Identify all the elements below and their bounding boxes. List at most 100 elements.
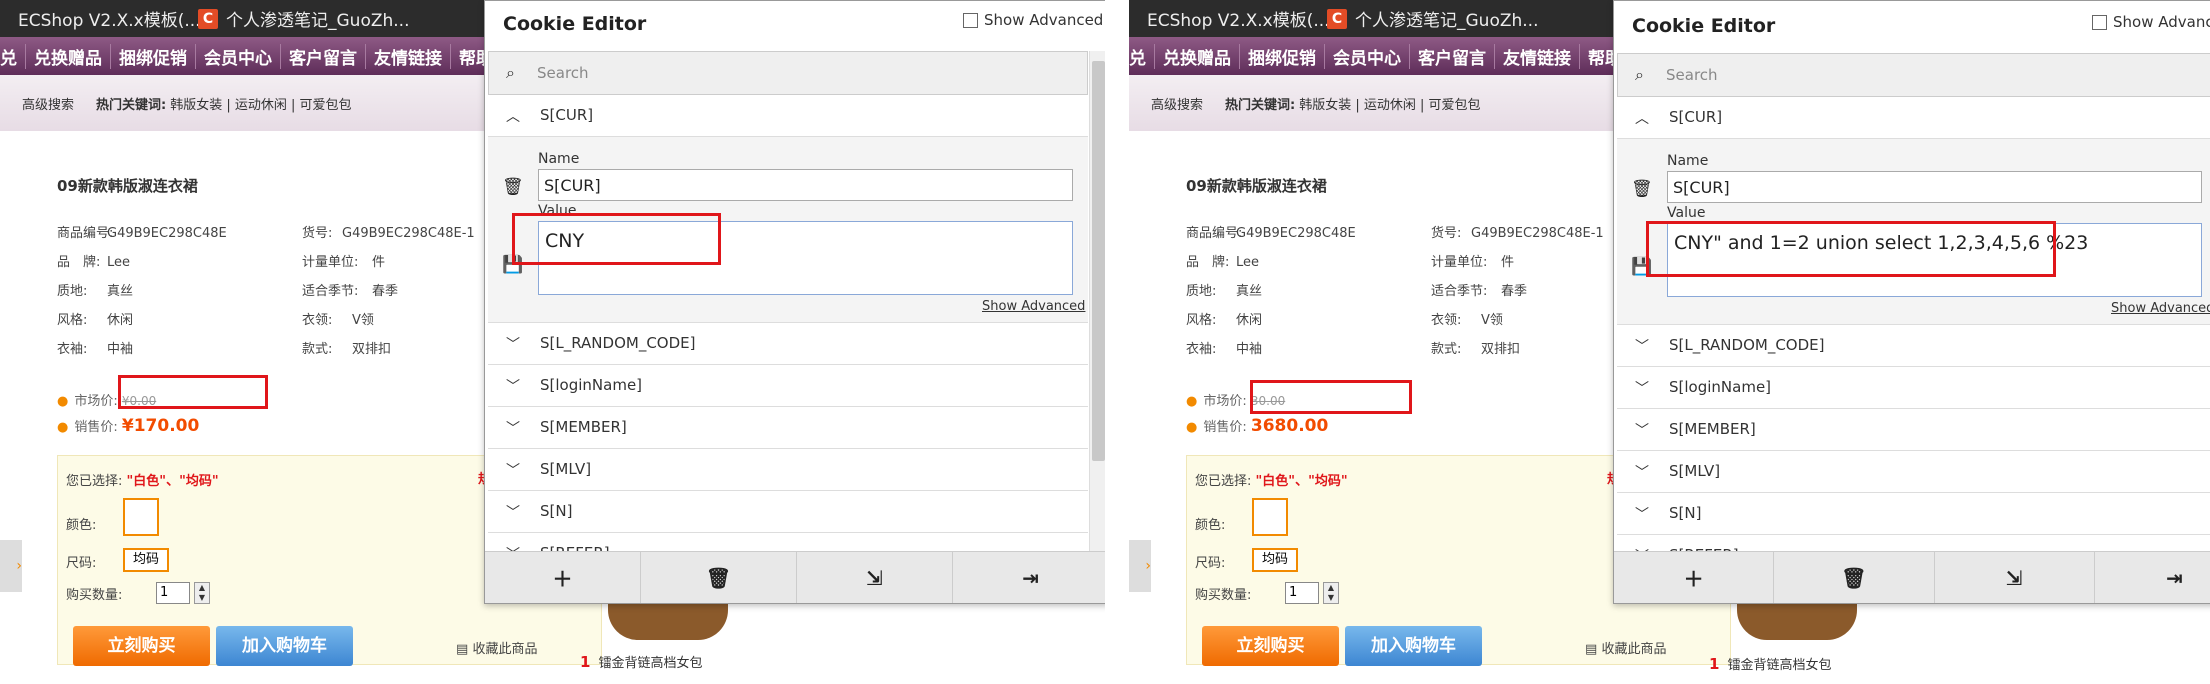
product-thumbnail[interactable] xyxy=(1737,600,1857,640)
attr-row: 计量单位: 件 xyxy=(302,255,386,270)
size-option[interactable]: 均码 xyxy=(1252,548,1298,572)
favorite-link[interactable]: ▤ 收藏此商品 xyxy=(1585,638,1666,657)
tab-title: ECShop V2.X.x模板(... xyxy=(1147,11,1330,31)
attr-row: 衣领: V领 xyxy=(1431,313,1503,328)
delete-cookie-icon[interactable]: 🗑 xyxy=(1631,179,1653,199)
search-bar[interactable]: ⌕ Search xyxy=(1617,53,2210,97)
search-input[interactable]: Search xyxy=(537,64,589,82)
cookie-row[interactable]: ﹀S[REFER] xyxy=(488,533,1088,553)
cookie-row[interactable]: ﹀ S[loginName] xyxy=(1617,367,2210,409)
browser-tab-notes[interactable]: C 个人渗透笔记_GuoZh... xyxy=(188,0,478,37)
value-label: Value xyxy=(1667,205,1706,221)
export-icon[interactable]: ⇥ xyxy=(953,552,1105,603)
browser-tab-ecshop[interactable]: ECShop V2.X.x模板(... xyxy=(1129,0,1330,37)
color-swatch-white[interactable] xyxy=(123,498,159,536)
nav-item-member[interactable]: 会员中心 xyxy=(196,43,281,69)
carousel-arrow-icon[interactable]: › xyxy=(0,540,22,592)
buy-now-button[interactable]: 立刻购买 xyxy=(73,626,210,666)
cookie-row[interactable]: ﹀ S[MLV] xyxy=(488,449,1088,491)
cookie-row[interactable]: ﹀ S[MLV] xyxy=(1617,451,2210,493)
color-label: 颜色: xyxy=(66,518,97,533)
show-advanced-checkbox[interactable]: Show Advanced xyxy=(2092,13,2210,31)
carousel-arrow-icon[interactable]: › xyxy=(1129,540,1151,592)
import-icon[interactable]: ⇲ xyxy=(1935,552,2095,603)
rank-item[interactable]: 1 镭金背链高档女包 xyxy=(580,652,702,671)
quantity-input[interactable]: 1 xyxy=(156,582,190,604)
nav-item-member[interactable]: 会员中心 xyxy=(1325,43,1410,69)
advanced-search-link[interactable]: 高级搜索 xyxy=(22,94,74,113)
cookie-row-cur[interactable]: ︿ S[CUR] xyxy=(1617,97,2210,139)
nav-item-bundle[interactable]: 捆绑促销 xyxy=(111,43,196,69)
scrollbar-thumb[interactable] xyxy=(1092,61,1105,461)
name-field[interactable]: S[CUR] xyxy=(538,169,1073,201)
color-swatch-white[interactable] xyxy=(1252,498,1288,536)
cookie-row[interactable]: ﹀ S[loginName] xyxy=(488,365,1088,407)
delete-all-icon[interactable]: 🗑 xyxy=(1774,552,1935,603)
product-thumbnail[interactable] xyxy=(608,600,728,640)
search-input[interactable]: Search xyxy=(1666,66,1718,84)
cookie-editor-title: Cookie Editor xyxy=(1632,15,1776,37)
delete-all-icon[interactable]: 🗑 xyxy=(641,552,797,603)
nav-item-exchange[interactable]: 兑换赠品 xyxy=(1155,43,1240,69)
attr-row: 款式: 双排扣 xyxy=(302,342,392,357)
sale-price: ¥170.00 xyxy=(121,416,200,436)
cookie-row[interactable]: ﹀ S[L_RANDOM_CODE] xyxy=(488,323,1088,365)
delete-cookie-icon[interactable]: 🗑 xyxy=(502,177,524,197)
cookie-row-cur[interactable]: ︿ S[CUR] xyxy=(488,95,1088,137)
chevron-up-icon: ︿ xyxy=(506,109,520,125)
advanced-search-link[interactable]: 高级搜索 xyxy=(1151,94,1203,113)
nav-item-message[interactable]: 客户留言 xyxy=(281,43,366,69)
scrollbar[interactable] xyxy=(1089,51,1105,553)
qty-label: 购买数量: xyxy=(66,588,123,603)
quantity-stepper[interactable]: ▲ ▼ xyxy=(194,582,210,604)
export-icon[interactable]: ⇥ xyxy=(2095,552,2210,603)
product-title: 09新款韩版淑连衣裙 xyxy=(1186,177,1327,195)
browser-tab-ecshop[interactable]: ECShop V2.X.x模板(... xyxy=(0,0,201,37)
rank-item[interactable]: 1 镭金背链高档女包 xyxy=(1709,654,1831,673)
qty-label: 购买数量: xyxy=(1195,588,1252,603)
attr-row: 衣领: V领 xyxy=(302,313,374,328)
show-advanced-link[interactable]: Show Advanced xyxy=(982,299,1085,314)
nav-item-exchange[interactable]: 兑换赠品 xyxy=(26,43,111,69)
nav-item-bundle[interactable]: 捆绑促销 xyxy=(1240,43,1325,69)
nav-item-links[interactable]: 友情链接 xyxy=(1495,43,1580,69)
attr-row: 衣袖: 中袖 xyxy=(57,342,134,357)
browser-tab-notes[interactable]: C 个人渗透笔记_GuoZh... xyxy=(1317,0,1607,37)
selected-label: 您已选择: "白色"、"均码" xyxy=(1195,474,1348,489)
nav-fragment[interactable]: 兑 xyxy=(0,43,26,69)
hot-keywords[interactable]: 韩版女装 | 运动休闲 | 可爱包包 xyxy=(1299,94,1480,113)
name-field[interactable]: S[CUR] xyxy=(1667,171,2202,203)
search-bar[interactable]: ⌕ Search xyxy=(488,51,1088,95)
show-advanced-link[interactable]: Show Advanced xyxy=(2111,301,2210,316)
color-label: 颜色: xyxy=(1195,518,1226,533)
favorite-icon: ▤ xyxy=(456,642,469,657)
cookie-row[interactable]: ﹀ S[MEMBER] xyxy=(488,407,1088,449)
cookie-row[interactable]: ﹀ S[MEMBER] xyxy=(1617,409,2210,451)
cookie-toolbar: ＋ 🗑 ⇲ ⇥ xyxy=(485,551,1105,603)
size-option[interactable]: 均码 xyxy=(123,548,169,572)
nav-fragment[interactable]: 兑 xyxy=(1129,43,1155,69)
hot-keywords[interactable]: 韩版女装 | 运动休闲 | 可爱包包 xyxy=(170,94,351,113)
add-icon[interactable]: ＋ xyxy=(485,552,641,603)
chevron-down-icon: ﹀ xyxy=(506,337,520,353)
import-icon[interactable]: ⇲ xyxy=(797,552,953,603)
show-advanced-checkbox[interactable]: Show Advanced xyxy=(963,11,1103,29)
quantity-stepper[interactable]: ▲ ▼ xyxy=(1323,582,1339,604)
highlight-box xyxy=(512,213,721,265)
sale-price-row: ● 销售价: ¥170.00 xyxy=(57,416,200,436)
add-to-cart-button[interactable]: 加入购物车 xyxy=(216,626,353,666)
cookie-row[interactable]: ﹀ S[N] xyxy=(488,491,1088,533)
add-icon[interactable]: ＋ xyxy=(1614,552,1775,603)
attr-row: 适合季节: 春季 xyxy=(302,284,399,299)
cookie-row[interactable]: ﹀ S[L_RANDOM_CODE] xyxy=(1617,325,2210,367)
quantity-input[interactable]: 1 xyxy=(1285,582,1319,604)
nav-item-links[interactable]: 友情链接 xyxy=(366,43,451,69)
cookie-row[interactable]: ﹀ S[N] xyxy=(1617,493,2210,535)
nav-item-message[interactable]: 客户留言 xyxy=(1410,43,1495,69)
tab-title: 个人渗透笔记_GuoZh... xyxy=(1355,11,1539,31)
favorite-link[interactable]: ▤ 收藏此商品 xyxy=(456,638,537,657)
add-to-cart-button[interactable]: 加入购物车 xyxy=(1345,626,1482,666)
size-label: 尺码: xyxy=(1195,556,1226,571)
buy-now-button[interactable]: 立刻购买 xyxy=(1202,626,1339,666)
checkbox-icon xyxy=(963,12,978,28)
